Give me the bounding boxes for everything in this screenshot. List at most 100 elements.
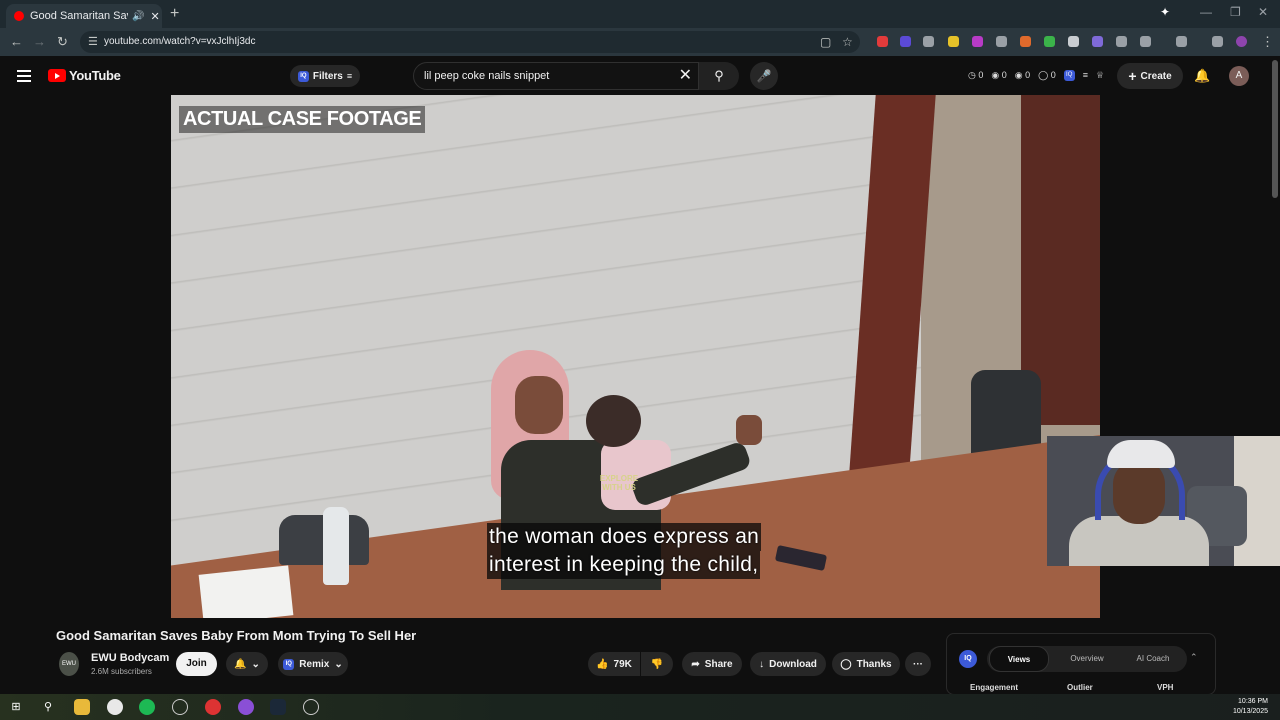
tab-title: Good Samaritan Saves Baby — [30, 10, 128, 22]
trophy-icon[interactable]: ♕ — [1096, 70, 1104, 81]
account-avatar[interactable]: A — [1229, 66, 1249, 86]
bell-icon: 🔔 — [234, 658, 247, 670]
video-player[interactable]: EXPLORE WITH US ACTUAL CASE FOOTAGE the … — [171, 95, 1100, 618]
browser-tab[interactable]: Good Samaritan Saves Baby 🔊 ✕ — [6, 4, 162, 28]
extension-icon[interactable] — [972, 36, 983, 47]
subscribe-bell-button[interactable]: 🔔 ⌄ — [226, 652, 268, 676]
filters-button[interactable]: IQ Filters ≡ — [290, 65, 360, 87]
panel-tabs: Views Overview AI Coach — [987, 646, 1187, 672]
extension-icon[interactable] — [900, 36, 911, 47]
search-input[interactable]: lil peep coke nails snippet ✕ — [413, 62, 699, 90]
video-frame-bottle — [323, 507, 349, 585]
install-icon[interactable]: ▢ — [820, 31, 831, 53]
share-label: Share — [704, 658, 733, 670]
youtube-favicon-icon — [14, 11, 24, 21]
chrome-menu-icon[interactable]: ⋮ — [1261, 34, 1274, 50]
sparkle-icon[interactable]: ✦ — [1160, 5, 1170, 19]
like-button[interactable]: 👍 79K — [588, 652, 640, 676]
tab-overview[interactable]: Overview — [1057, 646, 1117, 672]
voice-search-button[interactable]: 🎤 — [750, 62, 778, 90]
create-button[interactable]: + Create — [1117, 63, 1183, 89]
page-scrollbar[interactable] — [1272, 60, 1278, 198]
list-icon[interactable]: ≡ — [1083, 70, 1088, 81]
column-engagement: Engagement — [970, 683, 1019, 692]
youtube-play-icon — [48, 69, 66, 82]
obs-icon[interactable] — [303, 699, 319, 715]
iq-badge-icon: IQ — [283, 658, 295, 670]
speaker-icon[interactable]: 🔊 — [132, 11, 144, 22]
video-title: Good Samaritan Saves Baby From Mom Tryin… — [56, 628, 417, 643]
extension-icon[interactable] — [1044, 36, 1055, 47]
thumbs-down-icon: 👎 — [650, 658, 664, 670]
channel-name[interactable]: EWU Bodycam — [91, 652, 169, 664]
minimize-icon[interactable]: — — [1200, 5, 1212, 19]
extension-icon[interactable] — [1068, 36, 1079, 47]
share-icon: ➦ — [691, 658, 700, 670]
forward-icon[interactable]: → — [33, 34, 46, 49]
column-vph: VPH — [1157, 683, 1174, 692]
app-icon[interactable] — [172, 699, 188, 715]
url-text: youtube.com/watch?v=vxJclhIj3dc — [104, 36, 256, 47]
share-button[interactable]: ➦ Share — [682, 652, 742, 676]
extensions-puzzle-icon[interactable] — [1140, 36, 1151, 47]
spotify-icon[interactable] — [139, 699, 155, 715]
browser-tab-bar: Good Samaritan Saves Baby 🔊 ✕ + ✦ — ❐ ✕ — [0, 0, 1280, 28]
extension-icon[interactable] — [1116, 36, 1127, 47]
file-explorer-icon[interactable] — [74, 699, 90, 715]
extension-icon[interactable] — [923, 36, 934, 47]
steam-icon[interactable] — [270, 699, 286, 715]
youtube-logo[interactable]: YouTube — [48, 68, 121, 83]
clock-time: 10:36 PM — [1238, 698, 1268, 705]
restore-icon[interactable]: ❐ — [1230, 5, 1241, 19]
system-clock[interactable]: 10:36 PM 10/13/2025 — [1233, 697, 1268, 717]
iq-logo: IQ — [959, 650, 977, 668]
site-info-icon[interactable]: ☰ — [88, 31, 98, 53]
extension-icon[interactable] — [1092, 36, 1103, 47]
extension-icon[interactable] — [996, 36, 1007, 47]
thumbs-up-icon: 👍 — [596, 658, 609, 670]
tab-ai-coach[interactable]: AI Coach — [1123, 646, 1183, 672]
tab-views[interactable]: Views — [989, 646, 1049, 672]
create-label: Create — [1140, 70, 1172, 82]
reload-icon[interactable]: ↻ — [57, 34, 68, 50]
bookmark-star-icon[interactable]: ☆ — [842, 31, 853, 53]
app-icon[interactable] — [238, 699, 254, 715]
download-icon: ↓ — [759, 658, 765, 670]
search-value: lil peep coke nails snippet — [424, 70, 550, 82]
side-panel-icon[interactable] — [1176, 36, 1187, 47]
close-window-icon[interactable]: ✕ — [1258, 5, 1268, 19]
new-tab-button[interactable]: + — [170, 5, 179, 23]
chevron-down-icon: ⌄ — [334, 658, 343, 670]
clear-search-icon[interactable]: ✕ — [679, 63, 692, 89]
thanks-button[interactable]: ◯ Thanks — [832, 652, 900, 676]
dislike-button[interactable]: 👎 — [641, 652, 673, 676]
join-button[interactable]: Join — [176, 652, 217, 676]
notifications-bell-icon[interactable]: 🔔 — [1194, 68, 1210, 84]
chrome-icon[interactable] — [107, 699, 123, 715]
reading-list-icon[interactable] — [1212, 36, 1223, 47]
search-icon[interactable]: ⚲ — [40, 699, 56, 715]
windows-start-icon[interactable]: ⊞ — [8, 699, 24, 715]
download-button[interactable]: ↓ Download — [750, 652, 826, 676]
url-bar[interactable]: ☰ youtube.com/watch?v=vxJclhIj3dc ▢ ☆ — [80, 31, 860, 53]
thanks-label: Thanks — [856, 658, 892, 670]
back-icon[interactable]: ← — [10, 34, 23, 49]
thanks-icon: ◯ — [840, 658, 852, 670]
plus-icon: + — [1128, 68, 1137, 84]
extension-icon[interactable] — [1020, 36, 1031, 47]
hamburger-menu-icon[interactable] — [17, 70, 31, 82]
channel-avatar[interactable]: EWU — [59, 652, 79, 676]
iq-badge-icon[interactable]: IQ — [1063, 70, 1075, 81]
column-outlier: Outlier — [1067, 683, 1093, 692]
remix-button[interactable]: IQ Remix ⌄ — [278, 652, 348, 676]
profile-icon[interactable] — [1236, 36, 1247, 47]
search-button[interactable]: ⚲ — [699, 62, 739, 90]
extension-icon[interactable] — [948, 36, 959, 47]
more-actions-button[interactable]: ··· — [905, 652, 931, 676]
iq-badge-icon: IQ — [297, 70, 309, 82]
extension-icon[interactable] — [877, 36, 888, 47]
pokeball-icon[interactable] — [205, 699, 221, 715]
youtube-header: YouTube IQ Filters ≡ lil peep coke nails… — [0, 56, 1280, 96]
close-tab-icon[interactable]: ✕ — [150, 10, 159, 23]
collapse-icon[interactable]: ⌃ — [1190, 652, 1198, 663]
